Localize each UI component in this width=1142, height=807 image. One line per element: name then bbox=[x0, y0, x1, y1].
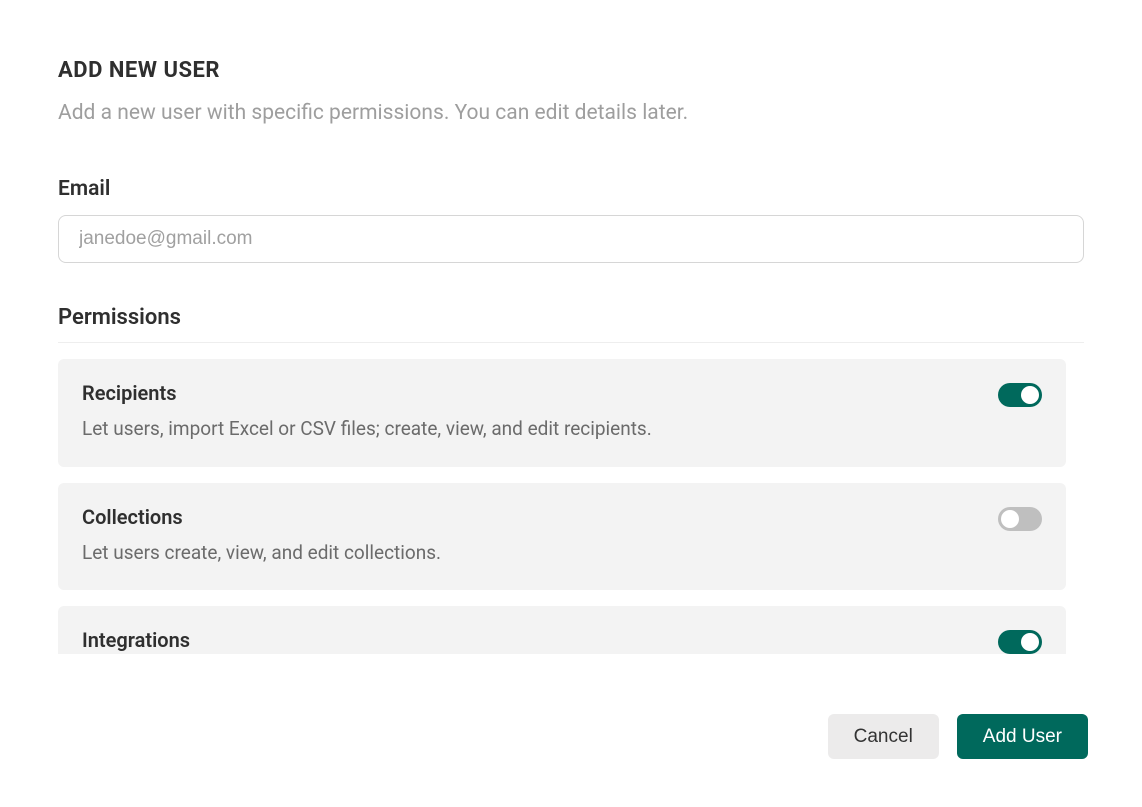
permission-desc: Let users create, view, and edit collect… bbox=[82, 539, 978, 567]
permission-title: Integrations bbox=[82, 628, 978, 652]
permission-title: Recipients bbox=[82, 381, 978, 405]
toggle-knob-icon bbox=[1021, 386, 1039, 404]
permission-toggle-integrations[interactable] bbox=[998, 630, 1042, 654]
permissions-list[interactable]: Recipients Let users, import Excel or CS… bbox=[58, 342, 1084, 654]
toggle-knob-icon bbox=[1021, 633, 1039, 651]
permission-desc: Let users, import Excel or CSV files; cr… bbox=[82, 415, 978, 443]
permission-toggle-recipients[interactable] bbox=[998, 383, 1042, 407]
add-user-button[interactable]: Add User bbox=[957, 714, 1088, 759]
cancel-button[interactable]: Cancel bbox=[828, 714, 939, 759]
page-title: ADD NEW USER bbox=[58, 58, 1084, 83]
page-subtitle: Add a new user with specific permissions… bbox=[58, 101, 1084, 125]
permission-title: Collections bbox=[82, 505, 978, 529]
permission-row-collections: Collections Let users create, view, and … bbox=[58, 483, 1066, 591]
toggle-knob-icon bbox=[1001, 510, 1019, 528]
button-bar: Cancel Add User bbox=[828, 714, 1088, 759]
email-field[interactable] bbox=[58, 215, 1084, 263]
email-label: Email bbox=[58, 177, 1084, 201]
permission-row-recipients: Recipients Let users, import Excel or CS… bbox=[58, 359, 1066, 467]
permission-toggle-collections[interactable] bbox=[998, 507, 1042, 531]
permission-row-integrations: Integrations Let users create, view, and… bbox=[58, 606, 1066, 654]
permissions-heading: Permissions bbox=[58, 305, 1084, 330]
